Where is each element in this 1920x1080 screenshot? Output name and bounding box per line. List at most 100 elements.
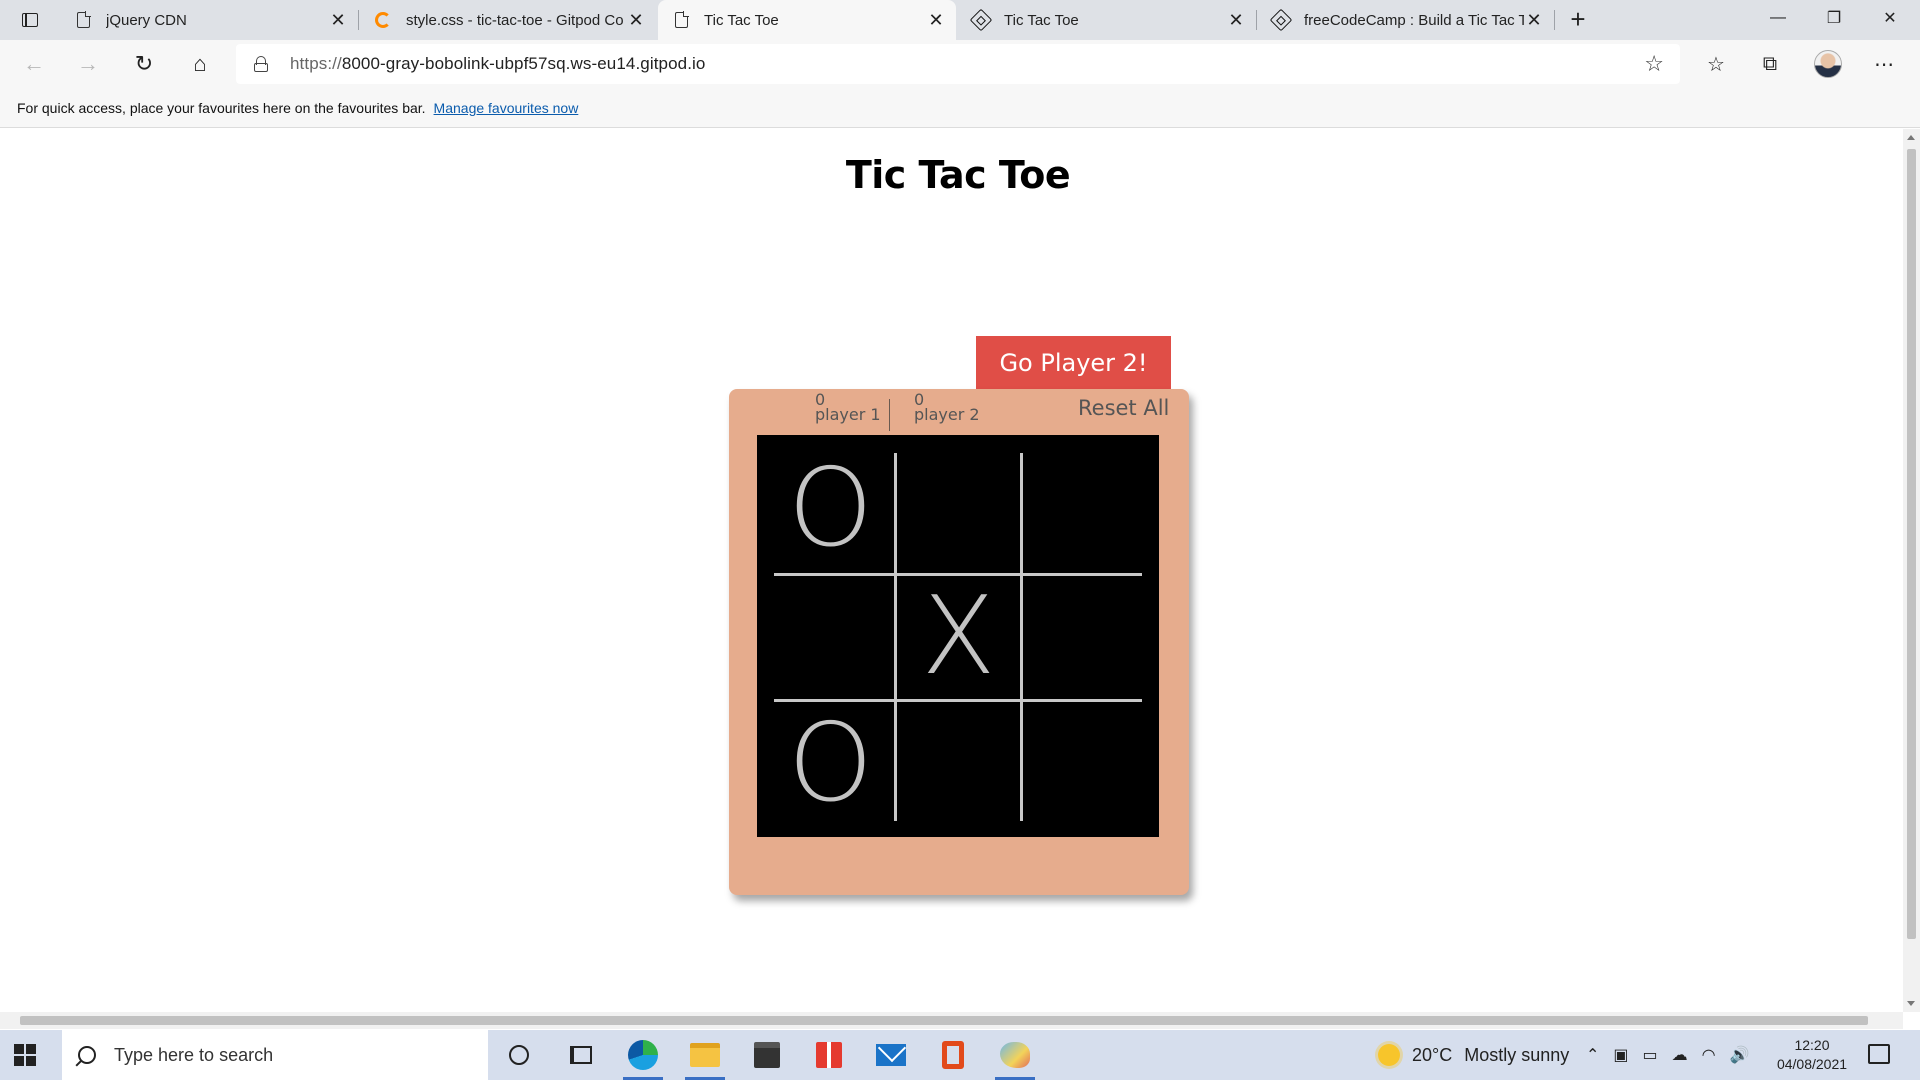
- close-icon[interactable]: ✕: [1226, 10, 1246, 30]
- taskbar-office[interactable]: [930, 1034, 976, 1076]
- scroll-up-icon[interactable]: [1907, 135, 1915, 140]
- tab-actions-icon: [22, 13, 38, 27]
- board-cell-8[interactable]: [895, 700, 1022, 827]
- lock-icon[interactable]: [254, 56, 268, 72]
- tab-tic-tac-toe-codepen[interactable]: Tic Tac Toe ✕: [958, 0, 1257, 40]
- tab-freecodecamp[interactable]: freeCodeCamp : Build a Tic Tac To ✕: [1258, 0, 1555, 40]
- browser-toolbar: ← → ↻ ⌂ https://8000-gray-bobolink-ubpf5…: [0, 40, 1920, 88]
- close-icon[interactable]: ✕: [626, 10, 646, 30]
- manage-favourites-link[interactable]: Manage favourites now: [434, 100, 579, 116]
- profile-avatar[interactable]: [1814, 50, 1842, 78]
- weather-description: Mostly sunny: [1464, 1044, 1570, 1065]
- score-divider: [889, 399, 890, 431]
- file-explorer-icon: [690, 1043, 720, 1067]
- collections-icon[interactable]: ⧉: [1756, 52, 1784, 76]
- taskbar-mail[interactable]: [868, 1034, 914, 1076]
- address-bar[interactable]: https://8000-gray-bobolink-ubpf57sq.ws-e…: [236, 44, 1680, 84]
- favourites-message: For quick access, place your favourites …: [17, 99, 426, 116]
- wifi-icon[interactable]: ◠: [1702, 1045, 1716, 1065]
- task-view-button[interactable]: [558, 1034, 604, 1076]
- codepen-icon: [969, 8, 993, 32]
- board-cell-1[interactable]: O: [767, 445, 894, 572]
- tab-actions-button[interactable]: [12, 6, 48, 34]
- search-placeholder: Type here to search: [114, 1044, 274, 1065]
- url-text[interactable]: https://8000-gray-bobolink-ubpf57sq.ws-e…: [290, 54, 705, 74]
- close-icon[interactable]: ✕: [328, 10, 348, 30]
- close-icon[interactable]: ✕: [1524, 10, 1544, 30]
- weather-sun-icon: [1378, 1044, 1400, 1066]
- volume-icon[interactable]: 🔊: [1730, 1045, 1750, 1065]
- edge-icon: [628, 1040, 658, 1070]
- onedrive-icon[interactable]: ☁: [1672, 1045, 1688, 1065]
- close-window-button[interactable]: ✕: [1862, 0, 1918, 36]
- gift-icon: [816, 1042, 842, 1068]
- board-cell-9[interactable]: [1022, 700, 1149, 827]
- scroll-down-icon[interactable]: [1907, 1001, 1915, 1006]
- refresh-button[interactable]: ↻: [126, 48, 162, 80]
- show-hidden-icons-icon[interactable]: ⌃: [1586, 1045, 1599, 1065]
- tab-title: Tic Tac Toe: [1004, 11, 1079, 29]
- tab-strip: jQuery CDN ✕ style.css - tic-tac-toe - G…: [0, 0, 1920, 40]
- taskbar-store[interactable]: [744, 1034, 790, 1076]
- tab-tic-tac-toe-active[interactable]: Tic Tac Toe ✕: [658, 0, 956, 40]
- meet-now-icon[interactable]: ▣: [1613, 1045, 1628, 1065]
- back-button[interactable]: ←: [16, 48, 52, 80]
- taskbar-edge[interactable]: [620, 1034, 666, 1080]
- board-cell-5[interactable]: X: [895, 573, 1022, 700]
- taskbar-file-explorer[interactable]: [682, 1034, 728, 1080]
- tab-gitpod[interactable]: style.css - tic-tac-toe - Gitpod Co ✕: [360, 0, 656, 40]
- reset-all-button[interactable]: Reset All: [1078, 396, 1169, 420]
- page-title: Tic Tac Toe: [845, 153, 1071, 197]
- store-icon: [754, 1042, 780, 1068]
- player1-score: 0 player 1: [815, 392, 881, 423]
- tab-jquery-cdn[interactable]: jQuery CDN ✕: [60, 0, 359, 40]
- battery-icon[interactable]: ▭: [1643, 1045, 1658, 1065]
- horizontal-scrollbar[interactable]: [0, 1012, 1903, 1029]
- board-cell-2[interactable]: [895, 445, 1022, 572]
- codepen-icon: [1269, 8, 1293, 32]
- weather-widget[interactable]: 20°C Mostly sunny: [1378, 1030, 1569, 1080]
- new-tab-button[interactable]: +: [1564, 6, 1592, 34]
- game-board: O X O: [757, 435, 1159, 837]
- favourites-icon[interactable]: ☆: [1702, 52, 1730, 76]
- search-icon: [78, 1046, 96, 1064]
- tab-title: Tic Tac Toe: [704, 11, 779, 29]
- task-view-icon: [570, 1046, 592, 1064]
- board-cell-4[interactable]: [767, 573, 894, 700]
- taskbar-gift[interactable]: [806, 1034, 852, 1076]
- board-cell-7[interactable]: O: [767, 700, 894, 827]
- vertical-scrollbar[interactable]: [1903, 129, 1920, 1012]
- tab-title: style.css - tic-tac-toe - Gitpod Co: [406, 11, 624, 29]
- page-viewport: Tic Tac Toe Go Player 2! 0 player 1 0 pl…: [0, 129, 1903, 1012]
- forward-button[interactable]: →: [70, 48, 106, 80]
- minimize-button[interactable]: —: [1750, 0, 1806, 36]
- vertical-scroll-thumb[interactable]: [1907, 149, 1916, 939]
- office-icon: [942, 1041, 964, 1069]
- home-button[interactable]: ⌂: [182, 48, 218, 80]
- taskbar-paint[interactable]: [992, 1034, 1038, 1080]
- favourites-bar: For quick access, place your favourites …: [0, 88, 1920, 128]
- board-cell-6[interactable]: [1022, 573, 1149, 700]
- restore-button[interactable]: ❐: [1806, 0, 1862, 36]
- mail-icon: [876, 1044, 906, 1066]
- add-favourite-icon[interactable]: ☆: [1644, 51, 1664, 77]
- taskbar-clock[interactable]: 12:20 04/08/2021: [1762, 1036, 1862, 1074]
- cortana-button[interactable]: [496, 1034, 542, 1076]
- horizontal-scroll-thumb[interactable]: [20, 1016, 1868, 1025]
- gitpod-icon: [374, 11, 392, 29]
- close-icon[interactable]: ✕: [926, 10, 946, 30]
- taskbar-search-box[interactable]: Type here to search: [62, 1030, 488, 1080]
- player2-label: player 2: [914, 405, 980, 424]
- turn-indicator-button[interactable]: Go Player 2!: [976, 336, 1171, 389]
- tab-title: freeCodeCamp : Build a Tic Tac To: [1304, 11, 1524, 29]
- clock-time: 12:20: [1794, 1037, 1830, 1053]
- document-icon: [74, 11, 92, 29]
- game-card: 0 player 1 0 player 2 Reset All O X O: [729, 389, 1189, 895]
- player2-score: 0 player 2: [914, 392, 980, 424]
- cortana-icon: [509, 1045, 529, 1065]
- paint-icon: [1000, 1042, 1030, 1068]
- windows-start-icon[interactable]: [14, 1044, 36, 1066]
- notifications-icon[interactable]: [1868, 1044, 1890, 1064]
- more-menu-icon[interactable]: ⋯: [1870, 52, 1898, 76]
- board-cell-3[interactable]: [1022, 445, 1149, 572]
